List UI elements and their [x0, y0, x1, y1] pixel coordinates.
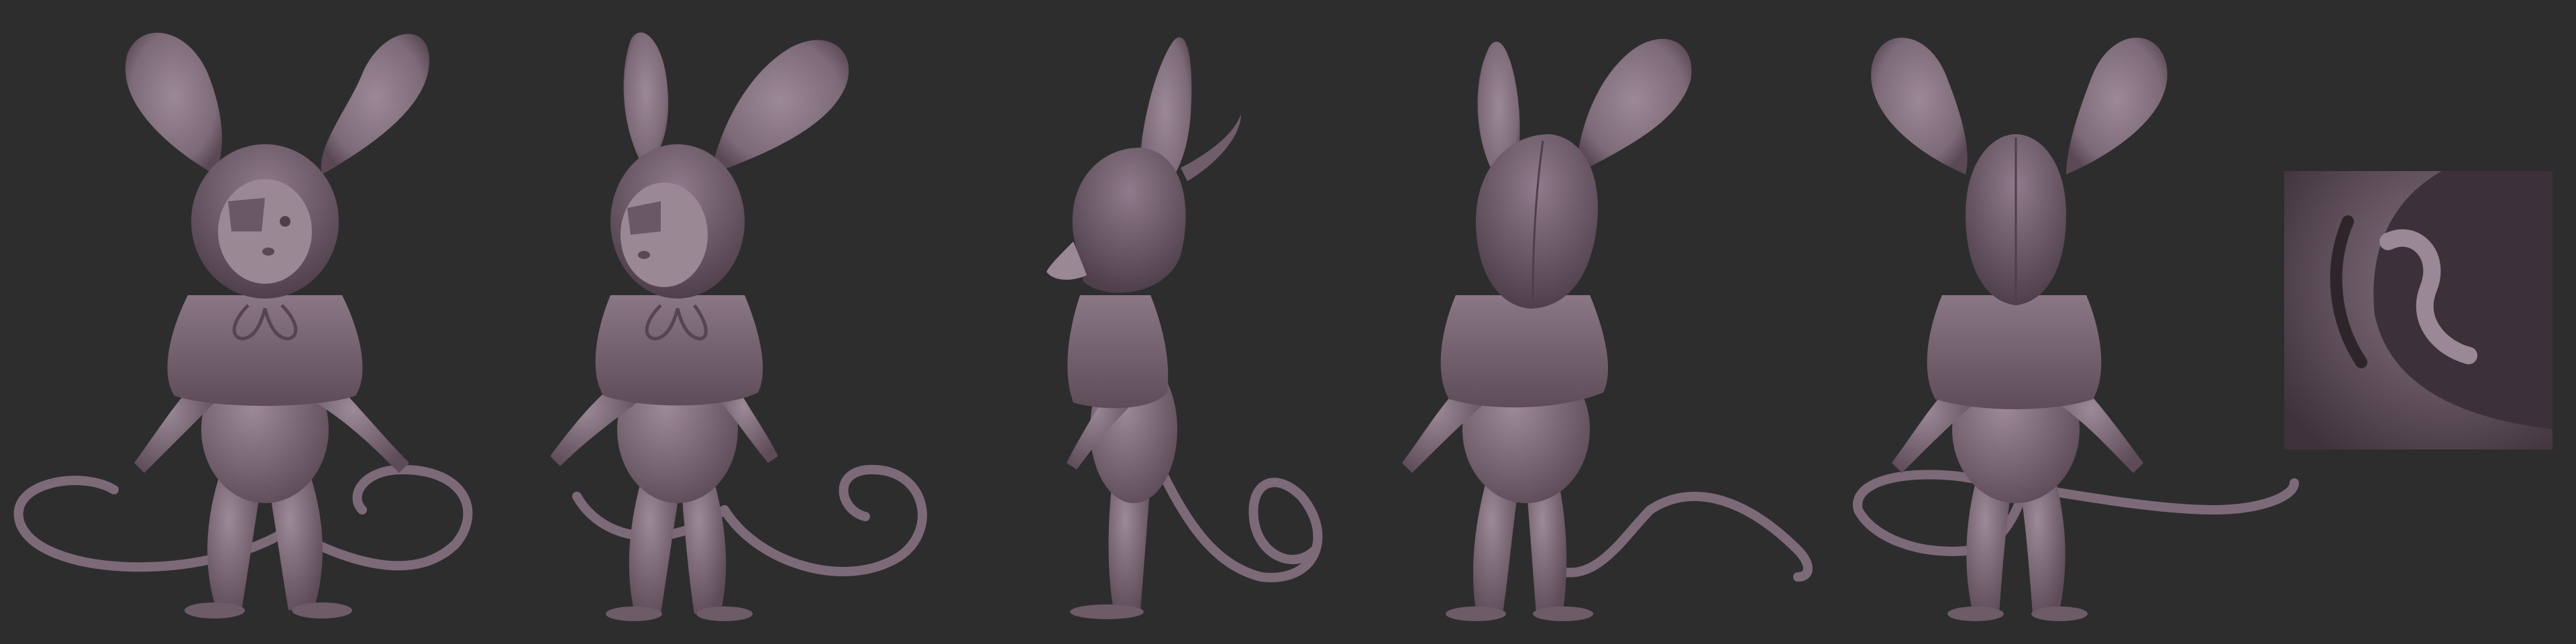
eye-patch — [228, 198, 265, 231]
left-foot — [184, 602, 245, 619]
model-view-front — [13, 32, 473, 619]
cape — [1927, 295, 2102, 409]
tail — [1149, 451, 1323, 582]
left-foot — [1947, 606, 2004, 621]
turnaround-sheet — [0, 0, 2576, 644]
model-view-three-quarter — [550, 32, 927, 621]
tail — [572, 464, 927, 577]
tail — [1534, 458, 1813, 582]
model-view-back — [1853, 38, 2299, 621]
hood — [1072, 148, 1186, 293]
right-ear — [2066, 38, 2167, 174]
cape — [1067, 295, 1169, 409]
model-view-back-three-quarter — [1402, 39, 1813, 621]
nose — [262, 248, 274, 256]
left-ear — [125, 32, 222, 174]
right-foot — [1533, 606, 1593, 621]
tail — [1853, 458, 2299, 556]
left-foot — [606, 606, 662, 621]
face — [621, 182, 708, 287]
detail-inset — [2284, 171, 2553, 449]
foot — [1070, 604, 1144, 619]
cape — [1440, 295, 1609, 408]
left-foot — [1446, 606, 1506, 621]
right-ear — [1576, 39, 1692, 174]
right-foot — [2031, 606, 2088, 621]
right-foot — [292, 602, 352, 619]
right-ear — [321, 34, 429, 174]
eye — [280, 216, 290, 227]
model-view-side — [1046, 37, 1323, 619]
nose — [638, 251, 650, 259]
right-foot — [696, 606, 753, 621]
right-ear — [711, 40, 849, 174]
left-ear — [1871, 38, 1968, 174]
